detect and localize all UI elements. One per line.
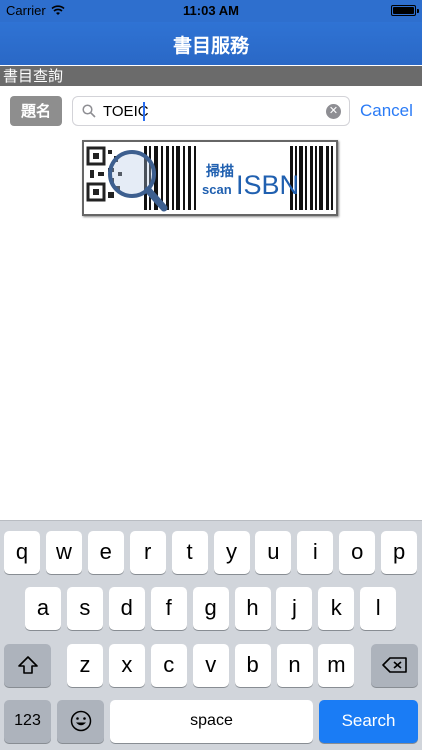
search-row: 題名 TOEIC ✕ Cancel (0, 86, 422, 134)
key-b[interactable]: b (234, 644, 271, 687)
search-input[interactable]: TOEIC ✕ (72, 96, 350, 126)
banner-label-isbn: ISBN (236, 170, 299, 200)
numbers-key[interactable]: 123 (4, 700, 51, 743)
space-key[interactable]: space (110, 700, 313, 743)
search-scope-button[interactable]: 題名 (10, 96, 62, 126)
shift-icon (17, 656, 38, 674)
status-bar: Carrier 11:03 AM (0, 0, 422, 22)
key-y[interactable]: y (213, 531, 250, 574)
shift-key[interactable] (4, 644, 51, 687)
keyboard: qwertyuiop asdfghjkl zxcvbnm 123 space S… (0, 520, 422, 750)
scan-isbn-button[interactable]: 掃描 scan ISBN (82, 140, 338, 216)
backspace-key[interactable] (371, 644, 418, 687)
scan-isbn-graphic: 掃描 scan ISBN (86, 146, 333, 212)
key-x[interactable]: x (108, 644, 145, 687)
search-input-value: TOEIC (103, 103, 149, 120)
clock: 11:03 AM (183, 3, 239, 18)
key-i[interactable]: i (297, 531, 334, 574)
key-j[interactable]: j (276, 587, 313, 630)
search-icon (82, 104, 96, 118)
key-l[interactable]: l (360, 587, 397, 630)
navigation-bar: 書目服務 (0, 22, 422, 65)
key-v[interactable]: v (192, 644, 229, 687)
key-s[interactable]: s (66, 587, 103, 630)
key-a[interactable]: a (25, 587, 61, 630)
search-key[interactable]: Search (319, 700, 418, 743)
banner-label-scan: scan (202, 182, 232, 197)
key-w[interactable]: w (45, 531, 82, 574)
key-r[interactable]: r (129, 531, 166, 574)
cancel-button[interactable]: Cancel (360, 101, 413, 121)
backspace-icon (381, 657, 407, 673)
key-o[interactable]: o (339, 531, 376, 574)
key-n[interactable]: n (276, 644, 313, 687)
key-k[interactable]: k (318, 587, 355, 630)
text-cursor (143, 102, 145, 121)
emoji-key[interactable] (57, 700, 104, 743)
key-d[interactable]: d (108, 587, 145, 630)
key-u[interactable]: u (255, 531, 292, 574)
page-title: 書目服務 (172, 35, 249, 57)
key-z[interactable]: z (67, 644, 103, 687)
key-q[interactable]: q (4, 531, 40, 574)
battery-icon (391, 5, 419, 16)
key-t[interactable]: t (171, 531, 208, 574)
emoji-icon (70, 710, 91, 732)
key-g[interactable]: g (192, 587, 229, 630)
key-c[interactable]: c (150, 644, 187, 687)
banner-label-chinese: 掃描 (206, 163, 234, 180)
key-e[interactable]: e (87, 531, 124, 574)
key-p[interactable]: p (381, 531, 418, 574)
key-h[interactable]: h (234, 587, 271, 630)
section-header: 書目查詢 (0, 66, 422, 86)
key-m[interactable]: m (318, 644, 355, 687)
key-f[interactable]: f (150, 587, 187, 630)
clear-icon[interactable]: ✕ (326, 104, 341, 119)
